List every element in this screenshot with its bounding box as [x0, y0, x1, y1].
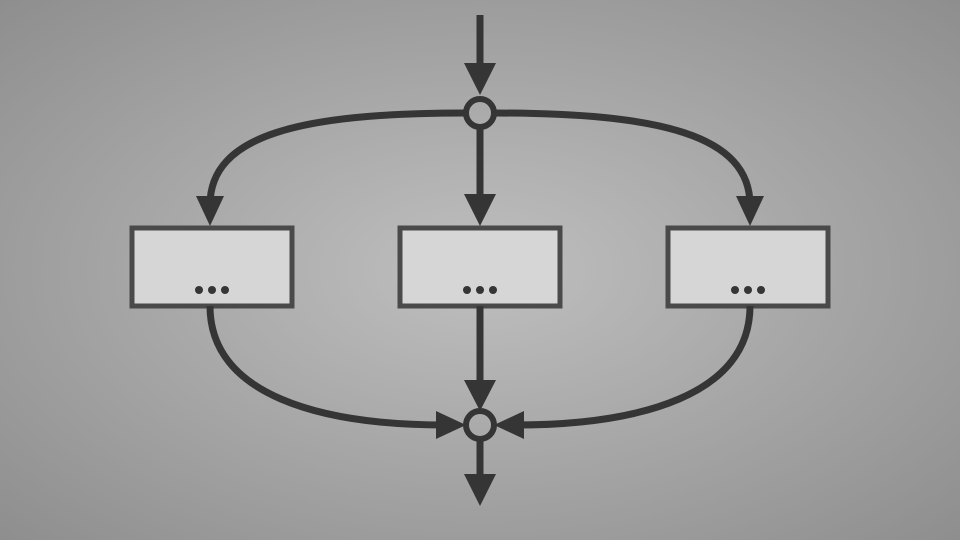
top-junction-node [466, 99, 494, 127]
ellipsis-dot [208, 286, 216, 294]
edge-top-to-right [494, 113, 750, 205]
arrowhead-icon [464, 474, 496, 506]
ellipsis-dot [463, 286, 471, 294]
arrowhead-icon [464, 63, 496, 95]
flow-diagram [0, 0, 960, 540]
edge-right-to-bottom [515, 306, 750, 425]
edge-left-to-bottom [210, 306, 445, 425]
process-box-left [132, 228, 292, 306]
ellipsis-dot [476, 286, 484, 294]
ellipsis-dot [195, 286, 203, 294]
ellipsis-dot [489, 286, 497, 294]
arrowhead-icon [464, 380, 496, 411]
edge-top-to-left [210, 113, 466, 205]
process-box-center [400, 228, 560, 306]
process-box-right [668, 228, 828, 306]
arrowhead-icon [196, 196, 224, 226]
arrowhead-icon [436, 411, 466, 439]
ellipsis-dot [221, 286, 229, 294]
ellipsis-dot [744, 286, 752, 294]
arrowhead-icon [464, 194, 496, 226]
arrowhead-icon [736, 196, 764, 226]
bottom-junction-node [466, 411, 494, 439]
arrowhead-icon [494, 411, 524, 439]
ellipsis-dot [757, 286, 765, 294]
ellipsis-dot [731, 286, 739, 294]
